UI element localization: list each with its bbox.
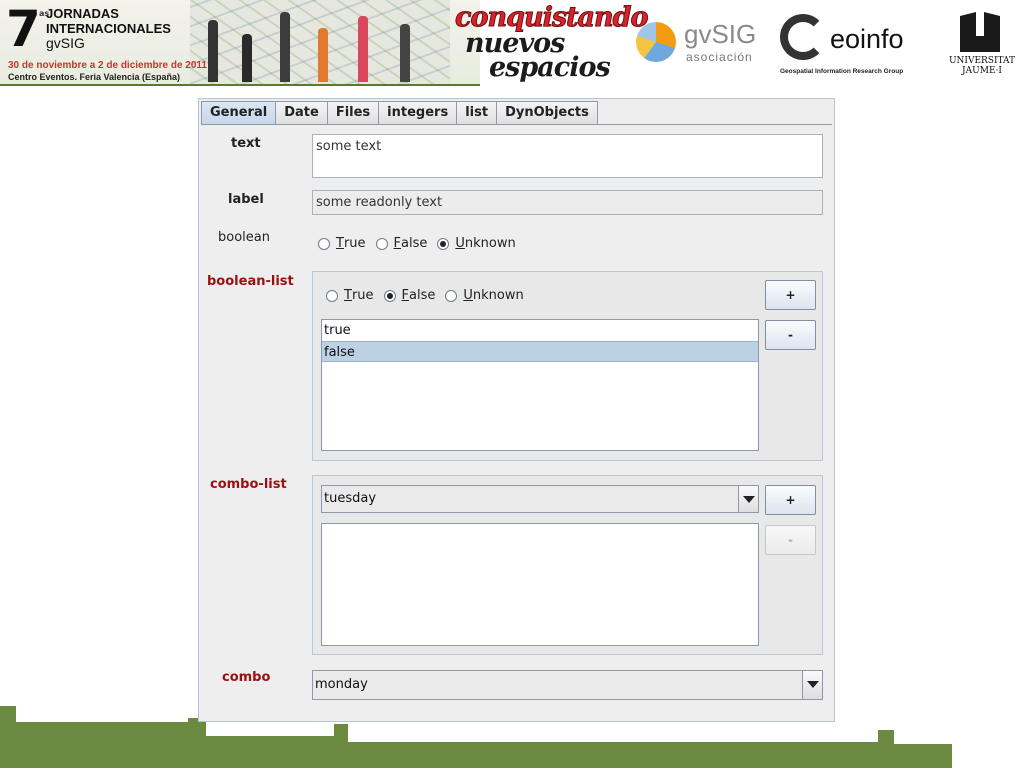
- boolean-list-true-radio[interactable]: True: [326, 288, 374, 303]
- tab-bar: General Date Files integers list DynObje…: [201, 101, 598, 125]
- event-title-line2: INTERNACIONALES: [46, 21, 171, 36]
- event-collage-image: [190, 0, 450, 84]
- readonly-label-field: some readonly text: [312, 190, 823, 215]
- boolean-list-add-button[interactable]: +: [765, 280, 816, 310]
- boolean-field-label: boolean: [218, 230, 270, 245]
- chevron-down-icon[interactable]: [802, 671, 822, 699]
- boolean-unknown-radio[interactable]: Unknown: [437, 236, 516, 251]
- boolean-true-radio[interactable]: True: [318, 236, 366, 251]
- combo-list-selected-value: tuesday: [324, 491, 377, 506]
- radio-circle: [318, 237, 330, 250]
- dynobject-editor-dialog: General Date Files integers list DynObje…: [198, 98, 835, 722]
- mnemonic: F: [401, 288, 410, 303]
- boolean-list-unknown-radio[interactable]: Unknown: [445, 288, 524, 303]
- combo-list-field-label: combo-list: [210, 477, 287, 492]
- header-banner: 7 as JORNADAS INTERNACIONALES gvSIG 30 d…: [0, 0, 1024, 88]
- geoinfo-g-icon: [780, 14, 826, 60]
- geoinfo-subtitle: Geospatial Information Research Group: [780, 68, 904, 75]
- combo-list-panel: tuesday + -: [312, 475, 823, 655]
- boolean-list-remove-button[interactable]: -: [765, 320, 816, 350]
- event-title-line1: JORNADAS: [46, 6, 119, 21]
- combo-field-label: combo: [222, 670, 271, 685]
- list-item[interactable]: true: [322, 320, 758, 341]
- event-dates: 30 de noviembre a 2 de diciembre de 2011: [8, 60, 207, 71]
- slogan-word-3: espacios: [489, 52, 611, 83]
- tab-general[interactable]: General: [201, 101, 277, 125]
- radio-label-rest: rue: [343, 236, 366, 251]
- general-tab-panel: text some text label some readonly text …: [201, 124, 832, 720]
- boolean-list-values[interactable]: true false: [321, 319, 759, 451]
- radio-circle-selected: [383, 289, 396, 302]
- slogan-logo: conquistando nuevos espacios: [455, 2, 650, 83]
- boolean-false-radio[interactable]: False: [375, 236, 428, 251]
- mnemonic: U: [455, 236, 465, 251]
- combo-selected-value: monday: [315, 677, 368, 692]
- radio-label-rest: alse: [401, 236, 428, 251]
- combo-dropdown[interactable]: monday: [312, 670, 823, 700]
- geoinfo-logo: eoinfo Geospatial Information Research G…: [778, 12, 928, 82]
- radio-circle: [445, 289, 458, 302]
- gvsig-subtitle: asociación: [686, 50, 753, 64]
- gvsig-mark-icon: [636, 22, 676, 62]
- gvsig-name: gvSIG: [684, 19, 757, 49]
- radio-label-rest: nknown: [464, 236, 516, 251]
- boolean-list-false-radio[interactable]: False: [383, 288, 436, 303]
- tab-date[interactable]: Date: [275, 101, 328, 125]
- radio-circle: [375, 237, 388, 250]
- tab-dynobjects[interactable]: DynObjects: [496, 101, 598, 125]
- radio-circle-selected: [437, 237, 450, 250]
- mnemonic: T: [336, 236, 344, 251]
- university-emblem-icon: [960, 12, 1000, 52]
- geoinfo-name: eoinfo: [830, 24, 904, 54]
- tab-integers[interactable]: integers: [378, 101, 458, 125]
- mnemonic: T: [344, 288, 352, 303]
- event-logo: 7 as JORNADAS INTERNACIONALES gvSIG 30 d…: [0, 0, 480, 86]
- combo-list-remove-button: -: [765, 525, 816, 555]
- radio-label-rest: rue: [351, 288, 374, 303]
- combo-list-dropdown[interactable]: tuesday: [321, 485, 759, 513]
- combo-list-add-button[interactable]: +: [765, 485, 816, 515]
- event-title-line3: gvSIG: [46, 35, 85, 51]
- boolean-list-field-label: boolean-list: [207, 274, 294, 289]
- event-venue: Centro Eventos. Feria Valencia (España): [8, 72, 181, 82]
- radio-circle: [326, 289, 338, 302]
- radio-label-rest: alse: [409, 288, 436, 303]
- radio-label-rest: nknown: [472, 288, 524, 303]
- gvsig-logo: gvSIG asociación: [636, 20, 756, 70]
- event-edition-number: 7: [6, 0, 41, 58]
- chevron-down-icon[interactable]: [738, 486, 758, 512]
- text-field[interactable]: some text: [312, 134, 823, 178]
- label-field-label: label: [228, 192, 264, 207]
- mnemonic: F: [393, 236, 402, 251]
- tab-files[interactable]: Files: [326, 101, 380, 125]
- combo-list-values[interactable]: [321, 523, 759, 646]
- university-logo: UNIVERSITAT JAUME·I: [946, 12, 1018, 82]
- text-field-label: text: [231, 136, 261, 151]
- boolean-list-radio-group: True False Unknown: [326, 288, 534, 303]
- list-item-selected[interactable]: false: [322, 341, 758, 362]
- university-name-line1: UNIVERSITAT: [948, 56, 1016, 66]
- tab-list[interactable]: list: [456, 101, 498, 125]
- boolean-radio-group: True False Unknown: [318, 236, 526, 251]
- university-name-line2: JAUME·I: [962, 66, 1002, 76]
- boolean-list-panel: True False Unknown + true false -: [312, 271, 823, 461]
- mnemonic: U: [463, 288, 473, 303]
